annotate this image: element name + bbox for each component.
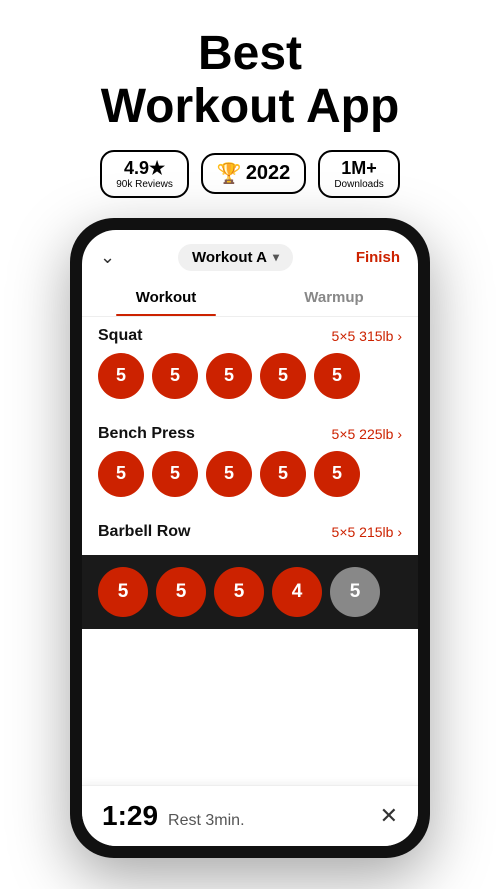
tab-workout[interactable]: Workout bbox=[82, 279, 250, 316]
screen-content: Squat 5×5 315lb › 5 5 5 5 5 Bench Press bbox=[82, 317, 418, 846]
exercise-barbellrow: Barbell Row 5×5 215lb › bbox=[82, 513, 418, 555]
exercise-sets-squat[interactable]: 5×5 315lb › bbox=[332, 328, 402, 344]
squat-set-3[interactable]: 5 bbox=[206, 353, 252, 399]
exercise-sets-bench[interactable]: 5×5 225lb › bbox=[332, 426, 402, 442]
phone-mockup: ⌄ Workout A ▾ Finish Workout Warmup bbox=[70, 218, 430, 858]
row-set-2[interactable]: 5 bbox=[156, 567, 206, 617]
bench-set-4[interactable]: 5 bbox=[260, 451, 306, 497]
exercise-benchpress: Bench Press 5×5 225lb › 5 5 5 5 5 bbox=[82, 415, 418, 513]
rest-timer: 1:29 bbox=[102, 800, 158, 832]
downloads-sub: Downloads bbox=[334, 179, 383, 190]
row-set-3[interactable]: 5 bbox=[214, 567, 264, 617]
trophy-icon: 🏆 bbox=[217, 161, 242, 186]
timer-close-button[interactable]: ✕ bbox=[380, 803, 398, 829]
row-set-5[interactable]: 5 bbox=[330, 567, 380, 617]
rating-sub: 90k Reviews bbox=[116, 179, 173, 190]
downloads-value: 1M+ bbox=[341, 158, 377, 179]
phone-screen: ⌄ Workout A ▾ Finish Workout Warmup bbox=[82, 230, 418, 846]
screen-topbar: ⌄ Workout A ▾ Finish bbox=[82, 230, 418, 279]
rating-value: 4.9★ bbox=[124, 158, 165, 179]
dropdown-arrow-icon: ▾ bbox=[273, 250, 279, 264]
app-header: Best Workout App bbox=[81, 0, 420, 150]
bench-set-3[interactable]: 5 bbox=[206, 451, 252, 497]
workout-name: Workout A bbox=[192, 249, 267, 266]
exercise-name-bench: Bench Press bbox=[98, 425, 195, 443]
exercise-name-squat: Squat bbox=[98, 327, 142, 345]
award-badge: 🏆 2022 bbox=[201, 153, 306, 194]
squat-set-5[interactable]: 5 bbox=[314, 353, 360, 399]
workout-selector[interactable]: Workout A ▾ bbox=[178, 244, 293, 271]
squat-set-4[interactable]: 5 bbox=[260, 353, 306, 399]
phone-frame: ⌄ Workout A ▾ Finish Workout Warmup bbox=[70, 218, 430, 858]
finish-button[interactable]: Finish bbox=[356, 249, 400, 266]
timer-bar: 1:29 Rest 3min. ✕ bbox=[82, 785, 418, 846]
bench-set-5[interactable]: 5 bbox=[314, 451, 360, 497]
squat-sets-row: 5 5 5 5 5 bbox=[98, 353, 402, 399]
chevron-down-icon[interactable]: ⌄ bbox=[100, 247, 115, 268]
bench-set-2[interactable]: 5 bbox=[152, 451, 198, 497]
bottom-sets-bar: 5 5 5 4 5 bbox=[82, 555, 418, 629]
exercise-sets-row[interactable]: 5×5 215lb › bbox=[332, 524, 402, 540]
award-year: 2022 bbox=[246, 162, 291, 185]
row-set-4[interactable]: 4 bbox=[272, 567, 322, 617]
exercise-squat: Squat 5×5 315lb › 5 5 5 5 5 bbox=[82, 317, 418, 415]
screen-tabs: Workout Warmup bbox=[82, 279, 418, 317]
badges-row: 4.9★ 90k Reviews 🏆 2022 1M+ Downloads bbox=[100, 150, 400, 198]
squat-set-1[interactable]: 5 bbox=[98, 353, 144, 399]
bench-sets-row: 5 5 5 5 5 bbox=[98, 451, 402, 497]
bench-set-1[interactable]: 5 bbox=[98, 451, 144, 497]
tab-warmup[interactable]: Warmup bbox=[250, 279, 418, 316]
exercise-name-row: Barbell Row bbox=[98, 523, 190, 541]
rating-badge: 4.9★ 90k Reviews bbox=[100, 150, 189, 198]
app-title: Best Workout App bbox=[101, 28, 400, 134]
rest-label: Rest 3min. bbox=[168, 812, 244, 830]
squat-set-2[interactable]: 5 bbox=[152, 353, 198, 399]
downloads-badge: 1M+ Downloads bbox=[318, 150, 399, 198]
row-set-1[interactable]: 5 bbox=[98, 567, 148, 617]
